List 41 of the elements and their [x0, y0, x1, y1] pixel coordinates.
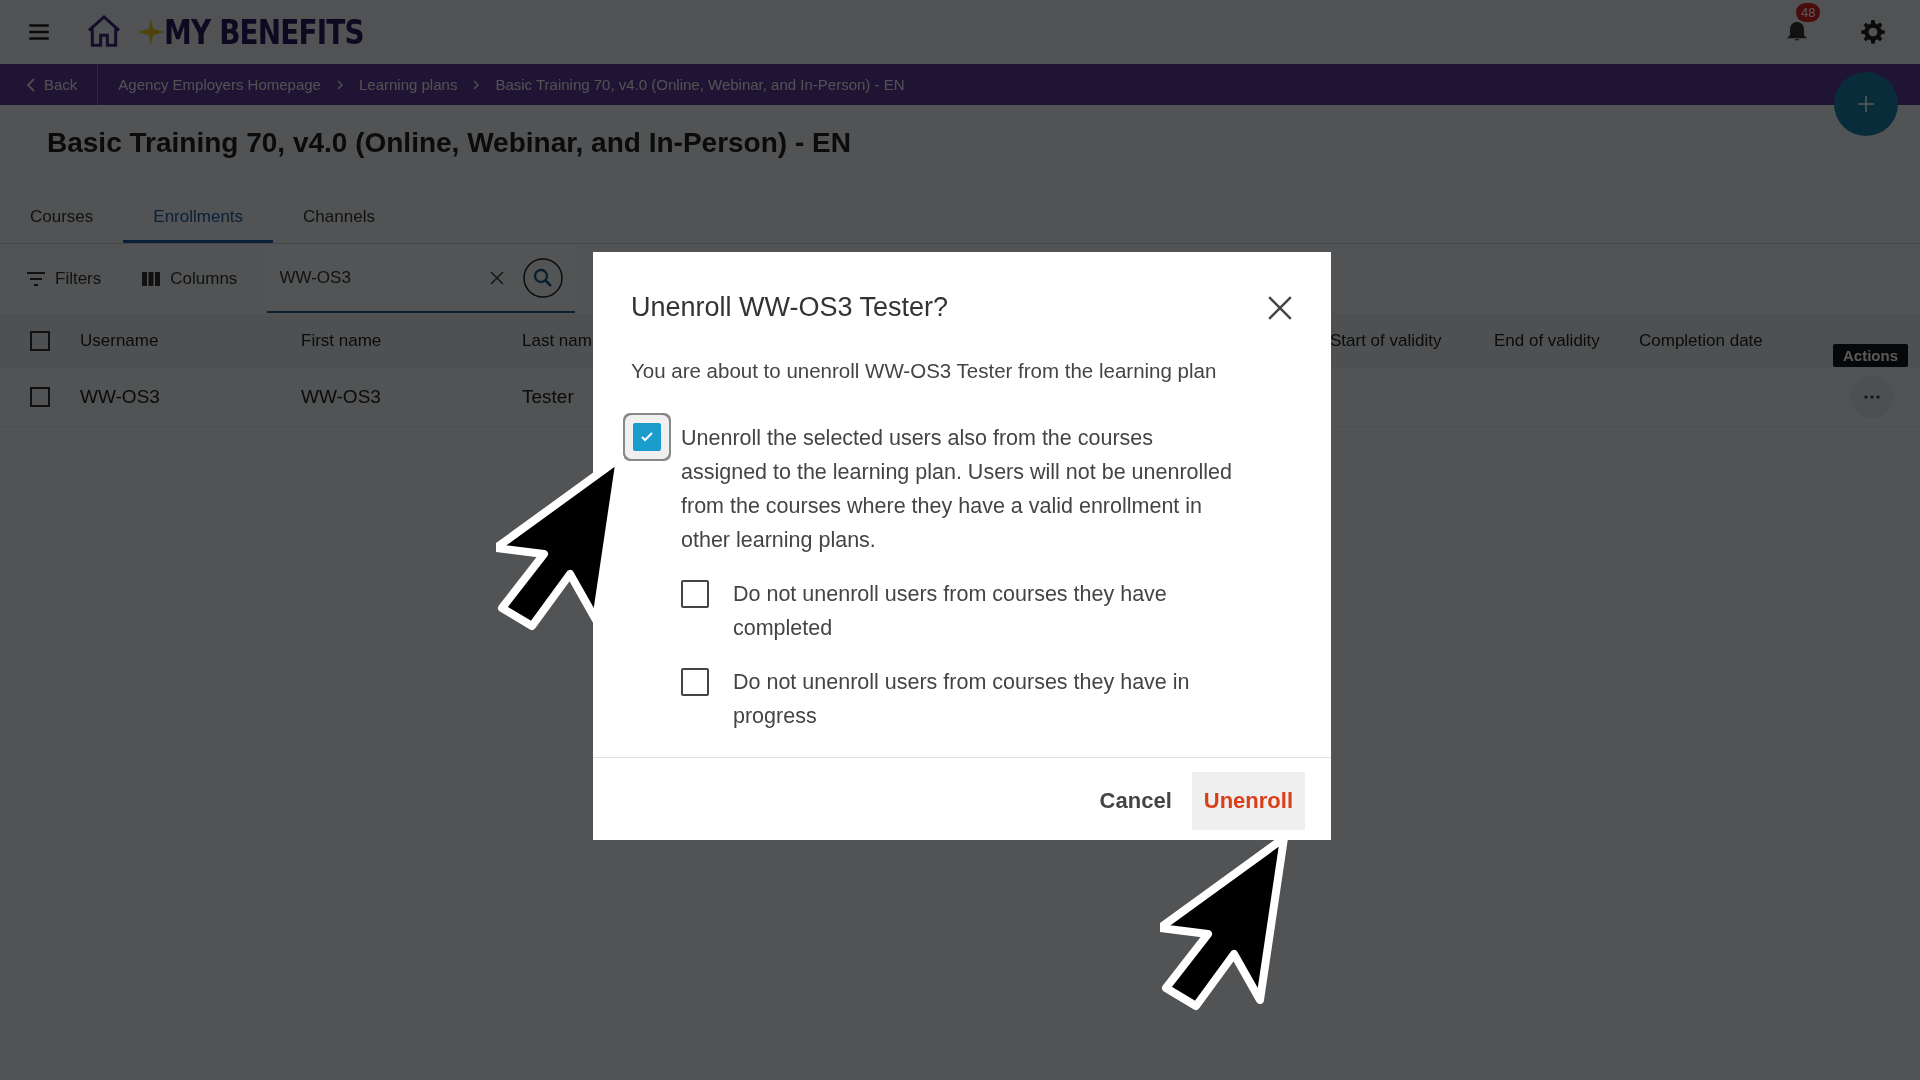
option-label: Do not unenroll users from courses they have completed — [733, 581, 1168, 642]
search-field[interactable]: WW-OS3 — [277, 267, 472, 289]
checkbox[interactable] — [681, 668, 709, 696]
table-cell-text: Tester — [522, 386, 575, 408]
page-title: Basic Training 70, v4.0 (Online, Webinar, and In-Person) - EN — [46, 126, 852, 160]
dialog-message: You are about to unenroll WW-OS3 Tester from the learning plan — [631, 359, 1218, 383]
more-icon — [1864, 395, 1880, 399]
checkbox[interactable] — [681, 580, 709, 608]
row-checkbox[interactable] — [30, 387, 50, 407]
actions-tooltip: Actions — [1833, 344, 1908, 367]
column-header[interactable]: Completion date — [1639, 331, 1799, 351]
search-icon[interactable] — [523, 258, 564, 298]
unenroll-button[interactable]: Unenroll — [1191, 772, 1305, 830]
chevron-left-icon — [26, 77, 36, 92]
option-label: Do not unenroll users from courses they have in progress — [733, 669, 1191, 730]
plus-icon — [1856, 94, 1876, 114]
chevron-icon — [471, 79, 482, 90]
column-header[interactable]: End of validity — [1494, 331, 1639, 351]
settings-icon[interactable] — [1860, 19, 1886, 45]
cancel-button[interactable]: Cancel — [1087, 772, 1184, 830]
clear-icon[interactable] — [489, 270, 506, 286]
column-header[interactable]: Last nam — [522, 331, 592, 351]
option-label: Unenroll the selected users also from the courses assigned to the learning plan. Users will not be unenrolled from the courses where they have a valid enrollment in other learning plans. — [681, 425, 1233, 554]
close-icon[interactable] — [1267, 294, 1293, 321]
table-cell-text: WW-OS3 — [301, 386, 382, 408]
chevron-icon — [334, 79, 345, 90]
select-all-checkbox[interactable] — [30, 331, 50, 351]
filters-button[interactable]: Filters — [16, 263, 112, 295]
tab[interactable]: Channels — [273, 195, 405, 243]
table-cell-text: WW-OS3 — [80, 386, 161, 408]
columns-button[interactable]: Columns — [131, 263, 248, 295]
dialog-title: Unenroll WW-OS3 Tester? — [631, 292, 949, 323]
tab[interactable]: Enrollments — [123, 195, 274, 243]
column-header[interactable]: First name — [301, 331, 522, 351]
notification-badge: 48 — [1796, 3, 1821, 22]
column-header[interactable]: Start of validity — [1330, 331, 1494, 351]
logo-text: MY BENEFITS — [164, 12, 364, 52]
columns-icon — [141, 271, 162, 287]
column-header[interactable]: Username — [80, 331, 301, 351]
tab[interactable]: Courses — [0, 195, 124, 243]
filter-icon — [26, 271, 46, 287]
